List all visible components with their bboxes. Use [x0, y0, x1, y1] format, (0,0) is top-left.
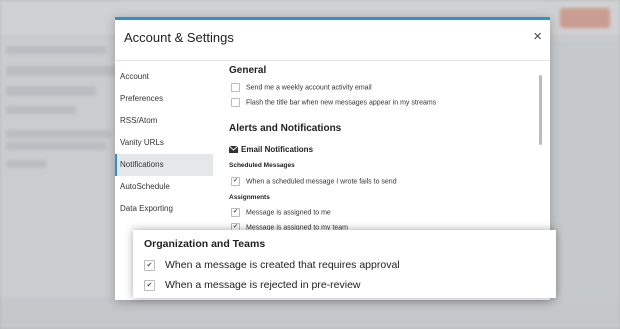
checkbox-checked[interactable]: ✔ — [231, 208, 240, 217]
nav-item-data-exporting[interactable]: Data Exporting — [115, 198, 213, 220]
envelope-icon — [229, 146, 238, 154]
option-label: Flash the title bar when new messages ap… — [246, 99, 437, 107]
scheduled-messages-heading: Scheduled Messages — [229, 162, 295, 169]
checkbox-checked[interactable]: ✔ — [144, 259, 155, 271]
nav-item-notifications[interactable]: Notifications — [115, 154, 213, 176]
option-weekly-email[interactable]: Send me a weekly account activity email — [231, 83, 372, 92]
email-heading-label: Email Notifications — [241, 145, 314, 154]
nav-item-vanity-urls[interactable]: Vanity URLs — [115, 132, 213, 154]
option-label: When a message is rejected in pre-review — [165, 279, 361, 291]
option-label: When a scheduled message I wrote fails t… — [246, 178, 397, 186]
general-heading: General — [229, 65, 267, 76]
option-rejected-prereview[interactable]: ✔ When a message is rejected in pre-revie… — [144, 279, 361, 291]
option-flash-title[interactable]: Flash the title bar when new messages ap… — [231, 98, 436, 107]
option-assigned-me[interactable]: ✔ Message is assigned to me — [231, 208, 331, 217]
settings-nav: Account Preferences RSS/Atom Vanity URLs… — [115, 61, 213, 220]
dialog-title: Account & Settings — [124, 30, 234, 45]
checkbox-checked[interactable]: ✔ — [144, 279, 155, 291]
option-requires-approval[interactable]: ✔ When a message is created that requires… — [144, 259, 400, 271]
option-label: When a message is created that requires … — [165, 259, 400, 271]
scrollbar[interactable] — [539, 75, 542, 145]
alerts-heading: Alerts and Notifications — [229, 123, 342, 134]
org-teams-heading: Organization and Teams — [144, 238, 266, 250]
nav-item-preferences[interactable]: Preferences — [115, 88, 213, 110]
nav-item-autoschedule[interactable]: AutoSchedule — [115, 176, 213, 198]
email-notifications-heading: Email Notifications — [229, 145, 313, 154]
checkbox-checked[interactable]: ✔ — [231, 177, 240, 186]
close-icon[interactable]: × — [533, 28, 542, 45]
option-label: Send me a weekly account activity email — [246, 84, 372, 92]
nav-item-rss-atom[interactable]: RSS/Atom — [115, 110, 213, 132]
zoom-callout: Organization and Teams ✔ When a message i… — [133, 230, 556, 298]
assignments-heading: Assignments — [229, 194, 270, 201]
checkbox[interactable] — [231, 83, 240, 92]
checkbox[interactable] — [231, 98, 240, 107]
option-label: Message is assigned to me — [246, 209, 331, 217]
option-scheduled-fail[interactable]: ✔ When a scheduled message I wrote fails … — [231, 177, 397, 186]
nav-item-account[interactable]: Account — [115, 66, 213, 88]
